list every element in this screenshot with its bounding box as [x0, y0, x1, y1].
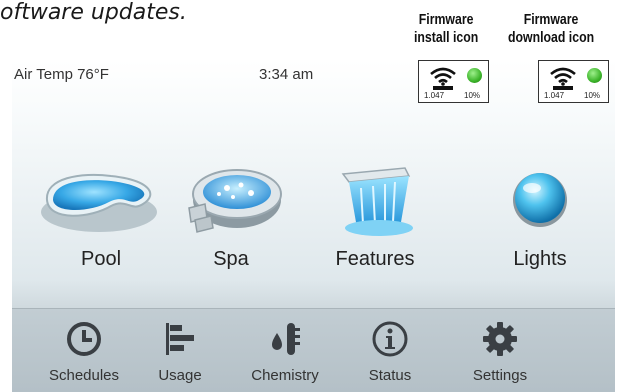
clock-readout: 3:34 am: [259, 66, 314, 83]
nav-schedules[interactable]: Schedules: [29, 309, 139, 392]
bottom-nav-bar: Schedules Usage Chemistry Status Setting…: [12, 308, 615, 392]
callout-download-line1: Firmware: [523, 11, 579, 28]
pool-button[interactable]: Pool: [31, 160, 171, 300]
spa-label: Spa: [213, 248, 249, 270]
nav-chemistry-label: Chemistry: [251, 367, 319, 384]
pool-icon: [41, 173, 157, 232]
wifi-icon: [550, 67, 576, 90]
nav-usage[interactable]: Usage: [125, 309, 235, 392]
controller-screen: Air Temp 76°F 3:34 am 1.047 10% 1.047 10…: [12, 60, 615, 392]
nav-status-label: Status: [368, 367, 412, 384]
spa-icon: [188, 169, 282, 233]
pool-label: Pool: [80, 248, 122, 270]
features-button[interactable]: Features: [305, 160, 445, 300]
features-label: Features: [335, 248, 415, 270]
waterfall-icon: [341, 167, 413, 236]
callout-install-line2: install icon: [414, 29, 479, 46]
status-led-icon: [467, 68, 482, 83]
nav-status[interactable]: Status: [335, 309, 445, 392]
firmware-install-icon[interactable]: 1.047 10%: [418, 60, 489, 103]
status-led-icon: [587, 68, 602, 83]
nav-settings[interactable]: Settings: [445, 309, 555, 392]
spa-button[interactable]: Spa: [161, 160, 301, 300]
nav-settings-label: Settings: [472, 367, 528, 384]
light-bulb-icon: [513, 173, 567, 227]
wifi-icon: [430, 67, 456, 90]
callout-firmware-download: Firmware download icon: [508, 11, 594, 47]
clock-icon: [67, 322, 101, 356]
callout-install-line1: Firmware: [418, 11, 474, 28]
chemistry-icon: [272, 323, 300, 355]
callout-download-line2: download icon: [508, 29, 595, 46]
lights-button[interactable]: Lights: [470, 160, 610, 300]
callout-firmware-install: Firmware install icon: [414, 11, 478, 47]
gear-icon: [483, 322, 517, 356]
firmware-version: 1.047: [424, 91, 445, 100]
caption-text: oftware updates.: [0, 0, 187, 25]
air-temp-readout: Air Temp 76°F: [14, 66, 109, 83]
bar-chart-icon: [166, 323, 194, 355]
nav-usage-label: Usage: [158, 367, 202, 384]
nav-schedules-label: Schedules: [48, 367, 120, 384]
info-icon: [372, 321, 408, 357]
status-bar: Air Temp 76°F 3:34 am: [12, 60, 615, 90]
lights-label: Lights: [513, 248, 567, 270]
nav-chemistry[interactable]: Chemistry: [230, 309, 340, 392]
firmware-progress: 10%: [584, 91, 601, 100]
firmware-version: 1.047: [544, 91, 565, 100]
firmware-download-icon[interactable]: 1.047 10%: [538, 60, 609, 103]
firmware-progress: 10%: [464, 91, 481, 100]
